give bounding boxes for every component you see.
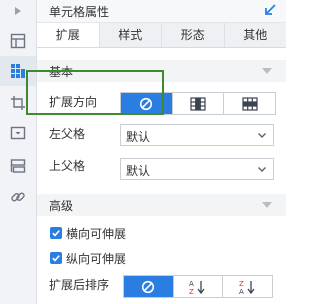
svg-text:A: A <box>239 288 244 295</box>
vertical-extend-checkbox-row[interactable]: 纵向可伸展 <box>50 250 126 266</box>
top-parent-label: 上父格 <box>49 159 86 173</box>
tab-other[interactable]: 其他 <box>224 23 286 47</box>
sort-descending-button[interactable]: Z A <box>223 276 272 297</box>
svg-text:A: A <box>189 280 194 288</box>
chevron-down-icon <box>257 129 267 143</box>
checkmark-icon <box>52 255 60 262</box>
hyperlink-icon[interactable] <box>0 182 36 212</box>
cell-properties-panel: 单元格属性 扩展 样式 形态 其他 基本 扩展方向 左父格 默认 上父格 默认 … <box>37 0 286 304</box>
left-parent-value: 默认 <box>126 130 151 144</box>
svg-text:Z: Z <box>239 280 244 288</box>
tab-expand[interactable]: 扩展 <box>37 23 100 47</box>
left-parent-select[interactable]: 默认 <box>120 124 274 146</box>
no-sort-icon <box>142 280 155 293</box>
advanced-section-label: 高级 <box>49 199 74 213</box>
cell-element-icon[interactable] <box>0 26 36 56</box>
collapse-caret-icon[interactable] <box>262 202 272 208</box>
annotation-highlight-box <box>26 70 164 115</box>
collapse-arrow-icon[interactable] <box>0 0 36 22</box>
chevron-down-icon <box>257 163 267 177</box>
vertical-expand-button[interactable] <box>173 93 225 114</box>
horizontal-extend-label: 横向可伸展 <box>66 226 127 241</box>
sort-ascending-icon: A Z <box>189 280 205 295</box>
widget-icon[interactable] <box>0 118 36 148</box>
sort-after-expand-toggle: A Z Z A <box>123 275 273 298</box>
svg-text:Z: Z <box>189 288 194 295</box>
sort-after-expand-label: 扩展后排序 <box>49 278 110 292</box>
side-toolbar <box>0 0 37 304</box>
checkmark-icon <box>52 230 60 237</box>
sort-ascending-button[interactable]: A Z <box>174 276 224 297</box>
horizontal-expand-button[interactable] <box>224 93 275 114</box>
vertical-extend-checkbox[interactable] <box>50 252 62 264</box>
vertical-expand-icon <box>190 96 206 111</box>
vertical-extend-label: 纵向可伸展 <box>66 251 127 266</box>
collapse-panel-icon[interactable] <box>262 2 278 18</box>
sort-descending-icon: Z A <box>239 280 255 295</box>
horizontal-extend-checkbox-row[interactable]: 横向可伸展 <box>50 225 126 241</box>
no-sort-button[interactable] <box>124 276 174 297</box>
tab-style[interactable]: 样式 <box>99 23 162 47</box>
horizontal-extend-checkbox[interactable] <box>50 227 62 239</box>
property-tabs: 扩展 样式 形态 其他 <box>37 23 286 48</box>
top-parent-value: 默认 <box>126 164 151 178</box>
advanced-section-header[interactable]: 高级 <box>37 194 286 216</box>
condition-attribute-icon[interactable] <box>0 151 36 181</box>
collapse-caret-icon[interactable] <box>262 68 272 74</box>
left-parent-label: 左父格 <box>49 127 86 141</box>
top-parent-select[interactable]: 默认 <box>120 158 274 180</box>
panel-title-bar: 单元格属性 <box>37 0 286 23</box>
panel-title: 单元格属性 <box>49 5 110 19</box>
tab-form[interactable]: 形态 <box>162 23 225 47</box>
horizontal-expand-icon <box>242 96 258 111</box>
